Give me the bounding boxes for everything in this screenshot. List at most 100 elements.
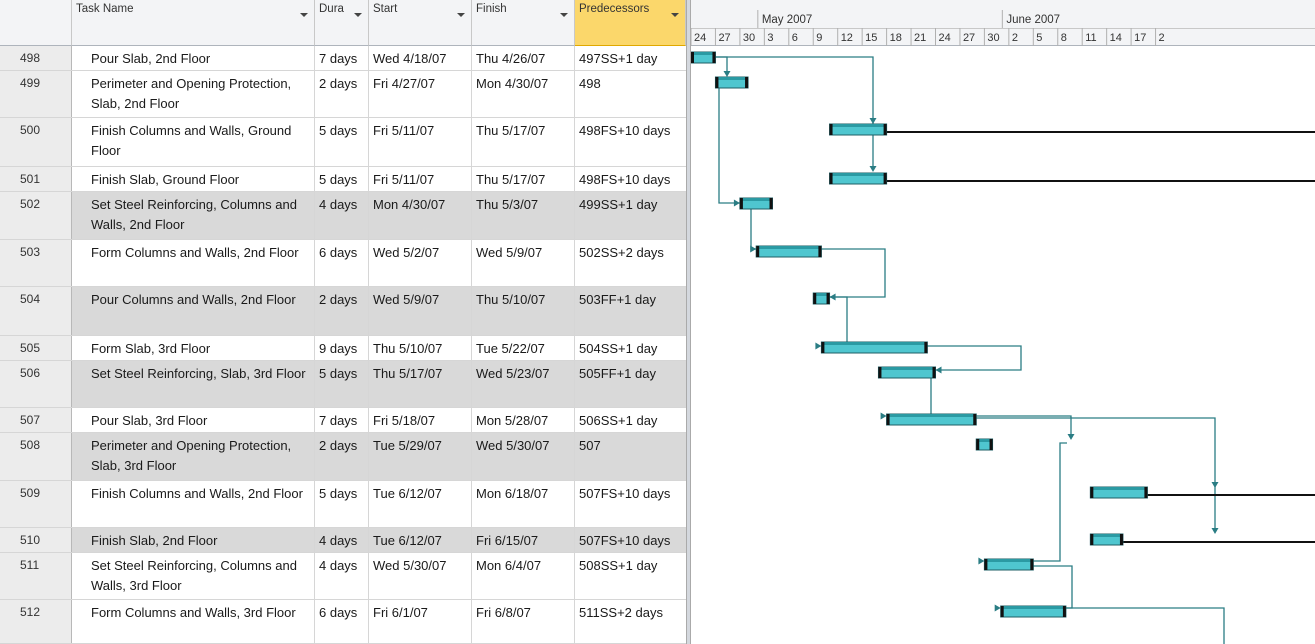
task-name-cell[interactable]: Form Columns and Walls, 2nd Floor [72, 240, 315, 286]
row-id[interactable]: 498 [0, 46, 72, 70]
chevron-down-icon[interactable] [671, 13, 679, 17]
task-name-cell[interactable]: Perimeter and Opening Protection, Slab, … [72, 71, 315, 117]
start-cell[interactable]: Tue 6/12/07 [369, 481, 472, 527]
task-name-cell[interactable]: Finish Slab, 2nd Floor [72, 528, 315, 552]
predecessors-cell[interactable]: 507FS+10 days [575, 481, 686, 527]
start-cell[interactable]: Wed 4/18/07 [369, 46, 472, 70]
predecessors-cell[interactable]: 507 [575, 433, 686, 480]
duration-cell[interactable]: 4 days [315, 528, 369, 552]
finish-cell[interactable]: Thu 4/26/07 [472, 46, 575, 70]
start-cell[interactable]: Fri 5/11/07 [369, 118, 472, 166]
finish-cell[interactable]: Wed 5/9/07 [472, 240, 575, 286]
row-id[interactable]: 506 [0, 361, 72, 407]
table-row[interactable]: 501 Finish Slab, Ground Floor 5 days Fri 5/… [0, 167, 686, 192]
predecessors-cell[interactable]: 507FS+10 days [575, 528, 686, 552]
task-name-cell[interactable]: Finish Slab, Ground Floor [72, 167, 315, 191]
column-header-task-name[interactable]: Task Name [72, 0, 315, 46]
start-cell[interactable]: Fri 6/1/07 [369, 600, 472, 643]
start-cell[interactable]: Tue 5/29/07 [369, 433, 472, 480]
task-name-cell[interactable]: Pour Slab, 2nd Floor [72, 46, 315, 70]
task-name-cell[interactable]: Pour Columns and Walls, 2nd Floor [72, 287, 315, 335]
column-header-start[interactable]: Start [369, 0, 472, 46]
table-row[interactable]: 511 Set Steel Reinforcing, Columns and Wa… [0, 553, 686, 600]
finish-cell[interactable]: Wed 5/30/07 [472, 433, 575, 480]
finish-cell[interactable]: Thu 5/3/07 [472, 192, 575, 239]
table-row[interactable]: 500 Finish Columns and Walls, Ground Floo… [0, 118, 686, 167]
task-name-cell[interactable]: Form Columns and Walls, 3rd Floor [72, 600, 315, 643]
predecessors-cell[interactable]: 497SS+1 day [575, 46, 686, 70]
task-name-cell[interactable]: Set Steel Reinforcing, Columns and Walls… [72, 192, 315, 239]
duration-cell[interactable]: 5 days [315, 167, 369, 191]
duration-cell[interactable]: 2 days [315, 71, 369, 117]
finish-cell[interactable]: Tue 5/22/07 [472, 336, 575, 360]
finish-cell[interactable]: Thu 5/17/07 [472, 118, 575, 166]
start-cell[interactable]: Fri 5/11/07 [369, 167, 472, 191]
finish-cell[interactable]: Fri 6/15/07 [472, 528, 575, 552]
predecessors-cell[interactable]: 504SS+1 day [575, 336, 686, 360]
row-id[interactable]: 509 [0, 481, 72, 527]
predecessors-cell[interactable]: 508SS+1 day [575, 553, 686, 599]
finish-cell[interactable]: Thu 5/17/07 [472, 167, 575, 191]
predecessors-cell[interactable]: 505FF+1 day [575, 361, 686, 407]
predecessors-cell[interactable]: 498 [575, 71, 686, 117]
start-cell[interactable]: Fri 4/27/07 [369, 71, 472, 117]
start-cell[interactable]: Wed 5/2/07 [369, 240, 472, 286]
predecessors-cell[interactable]: 502SS+2 days [575, 240, 686, 286]
table-row[interactable]: 502 Set Steel Reinforcing, Columns and Wa… [0, 192, 686, 240]
row-id[interactable]: 503 [0, 240, 72, 286]
row-id[interactable]: 512 [0, 600, 72, 643]
chevron-down-icon[interactable] [560, 13, 568, 17]
table-row[interactable]: 509 Finish Columns and Walls, 2nd Floor 5 … [0, 481, 686, 528]
start-cell[interactable]: Wed 5/9/07 [369, 287, 472, 335]
start-cell[interactable]: Fri 5/18/07 [369, 408, 472, 432]
finish-cell[interactable]: Mon 5/28/07 [472, 408, 575, 432]
row-id[interactable]: 507 [0, 408, 72, 432]
table-row[interactable]: 512 Form Columns and Walls, 3rd Floor 6 da… [0, 600, 686, 644]
duration-cell[interactable]: 4 days [315, 192, 369, 239]
finish-cell[interactable]: Mon 6/4/07 [472, 553, 575, 599]
row-id[interactable]: 499 [0, 71, 72, 117]
finish-cell[interactable]: Wed 5/23/07 [472, 361, 575, 407]
start-cell[interactable]: Wed 5/30/07 [369, 553, 472, 599]
row-id[interactable]: 501 [0, 167, 72, 191]
row-id[interactable]: 508 [0, 433, 72, 480]
start-cell[interactable]: Thu 5/17/07 [369, 361, 472, 407]
column-header-predecessors[interactable]: Predecessors [575, 0, 686, 46]
predecessors-cell[interactable]: 498FS+10 days [575, 118, 686, 166]
finish-cell[interactable]: Mon 4/30/07 [472, 71, 575, 117]
task-name-cell[interactable]: Set Steel Reinforcing, Columns and Walls… [72, 553, 315, 599]
table-row[interactable]: 504 Pour Columns and Walls, 2nd Floor 2 da… [0, 287, 686, 336]
duration-cell[interactable]: 5 days [315, 118, 369, 166]
table-row[interactable]: 499 Perimeter and Opening Protection, Sla… [0, 71, 686, 118]
duration-cell[interactable]: 6 days [315, 600, 369, 643]
row-id[interactable]: 511 [0, 553, 72, 599]
table-row[interactable]: 507 Pour Slab, 3rd Floor 7 days Fri 5/18/07… [0, 408, 686, 433]
row-id[interactable]: 504 [0, 287, 72, 335]
table-row[interactable]: 503 Form Columns and Walls, 2nd Floor 6 da… [0, 240, 686, 287]
row-id[interactable]: 505 [0, 336, 72, 360]
task-name-cell[interactable]: Finish Columns and Walls, 2nd Floor [72, 481, 315, 527]
row-id[interactable]: 510 [0, 528, 72, 552]
task-name-cell[interactable]: Pour Slab, 3rd Floor [72, 408, 315, 432]
start-cell[interactable]: Tue 6/12/07 [369, 528, 472, 552]
table-row[interactable]: 505 Form Slab, 3rd Floor 9 days Thu 5/10/07… [0, 336, 686, 361]
table-row[interactable]: 498 Pour Slab, 2nd Floor 7 days Wed 4/18/07… [0, 46, 686, 71]
predecessors-cell[interactable]: 498FS+10 days [575, 167, 686, 191]
table-row[interactable]: 508 Perimeter and Opening Protection, Sla… [0, 433, 686, 481]
finish-cell[interactable]: Mon 6/18/07 [472, 481, 575, 527]
duration-cell[interactable]: 7 days [315, 408, 369, 432]
chevron-down-icon[interactable] [300, 13, 308, 17]
finish-cell[interactable]: Fri 6/8/07 [472, 600, 575, 643]
row-id[interactable]: 502 [0, 192, 72, 239]
row-header-corner[interactable] [0, 0, 72, 46]
task-name-cell[interactable]: Form Slab, 3rd Floor [72, 336, 315, 360]
table-row[interactable]: 506 Set Steel Reinforcing, Slab, 3rd Floo… [0, 361, 686, 408]
chevron-down-icon[interactable] [354, 13, 362, 17]
duration-cell[interactable]: 2 days [315, 287, 369, 335]
task-name-cell[interactable]: Finish Columns and Walls, Ground Floor [72, 118, 315, 166]
duration-cell[interactable]: 5 days [315, 481, 369, 527]
start-cell[interactable]: Mon 4/30/07 [369, 192, 472, 239]
duration-cell[interactable]: 2 days [315, 433, 369, 480]
predecessors-cell[interactable]: 503FF+1 day [575, 287, 686, 335]
task-name-cell[interactable]: Perimeter and Opening Protection, Slab, … [72, 433, 315, 480]
